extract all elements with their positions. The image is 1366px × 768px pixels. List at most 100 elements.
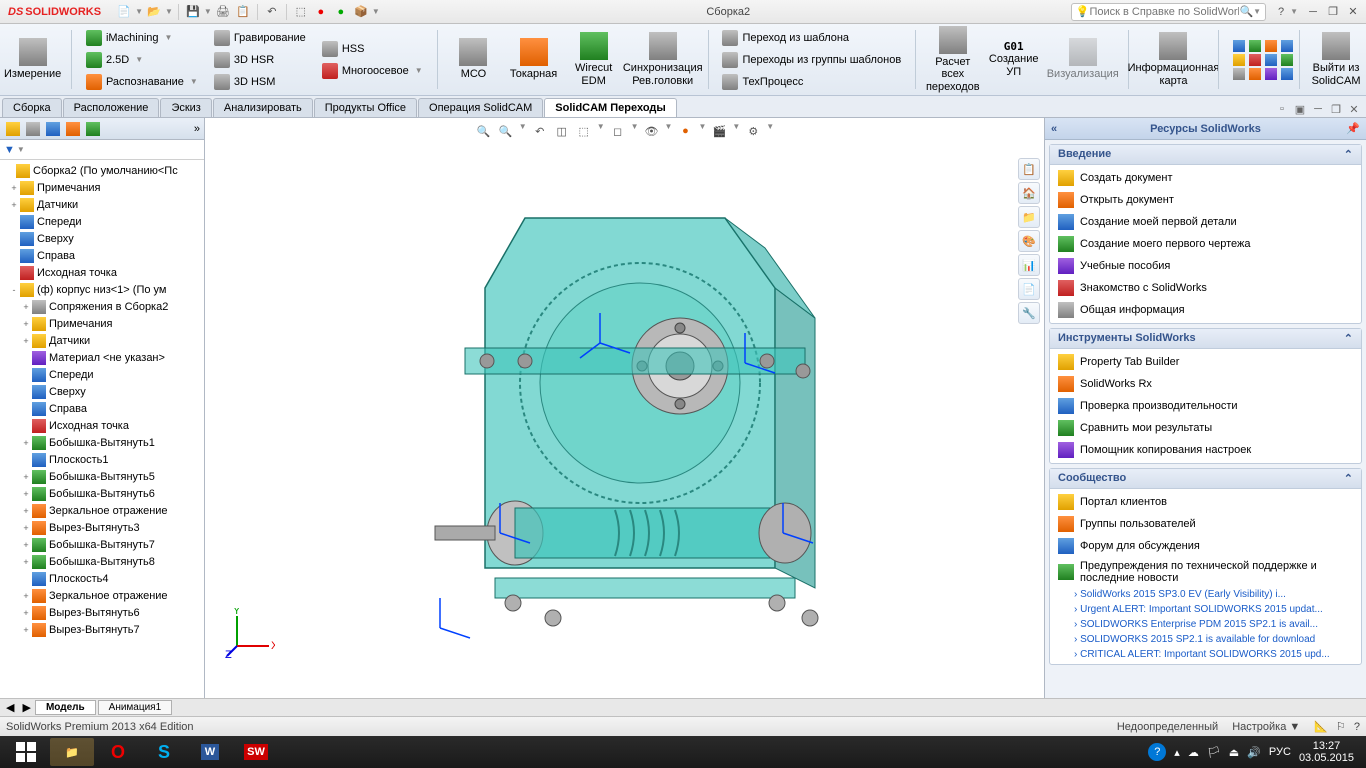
custom-props-icon[interactable]: 📄 (1018, 278, 1040, 300)
flag-tray-icon[interactable]: 🏳 (1207, 746, 1221, 759)
tree-item[interactable]: +Примечания (0, 315, 204, 332)
tree-item[interactable]: +Вырез-Вытянуть3 (0, 519, 204, 536)
language-indicator[interactable]: РУС (1269, 746, 1291, 758)
help-tray-icon[interactable]: ? (1148, 743, 1166, 761)
tab-scroll-right-icon[interactable]: ▶ (20, 701, 32, 714)
visualization-button[interactable]: Визуализация (1048, 26, 1118, 93)
imachining-button[interactable]: iMachining▼ (86, 28, 198, 48)
tree-item[interactable]: +Зеркальное отражение (0, 587, 204, 604)
view-orient-icon[interactable]: ⬚ (575, 122, 593, 140)
tree-root[interactable]: Сборка2 (По умолчанию<Пс (0, 162, 204, 179)
techprocess-button[interactable]: ТехПроцесс (722, 72, 901, 92)
appearances-tab-icon[interactable]: 📊 (1018, 254, 1040, 276)
3d-viewport[interactable]: 🔍 🔍▼ ↶ ◫ ⬚▼ ◻▼ 👁▼ ●▼ 🎬▼ ⚙▼ 📋 🏠 📁 🎨 📊 📄 🔧 (205, 118, 1044, 698)
doc-restore-icon[interactable]: ❐ (1328, 101, 1344, 117)
tree-item[interactable]: Спереди (0, 366, 204, 383)
zoom-area-icon[interactable]: 🔍 (497, 122, 515, 140)
appearance-icon[interactable]: ● (676, 122, 694, 140)
animation-tab[interactable]: Анимация1 (98, 700, 173, 715)
view-triad[interactable]: Y X Z (225, 608, 275, 658)
task-pane-link[interactable]: Общая информация (1050, 299, 1361, 321)
fm-tab-property[interactable] (24, 120, 42, 138)
view-settings-icon[interactable]: ⚙ (744, 122, 762, 140)
tree-item[interactable]: +Бобышка-Вытянуть5 (0, 468, 204, 485)
opera-taskbar-icon[interactable]: O (96, 738, 140, 766)
design-library-icon[interactable]: 🏠 (1018, 182, 1040, 204)
section-community-header[interactable]: Сообщество⌃ (1050, 469, 1361, 489)
tool-icon[interactable] (1281, 54, 1293, 66)
tree-item[interactable]: Сверху (0, 230, 204, 247)
doc-minimize-icon[interactable]: ─ (1310, 101, 1326, 117)
task-pane-link[interactable]: Проверка производительности (1050, 395, 1361, 417)
tool-icon[interactable] (1281, 40, 1293, 52)
tool-icon[interactable] (1249, 40, 1261, 52)
turning-button[interactable]: Токарная (508, 26, 560, 93)
tree-item[interactable]: Исходная точка (0, 417, 204, 434)
edit-mode[interactable]: Настройка ▼ (1232, 721, 1300, 733)
tab-solidcam-transitions[interactable]: SolidCAM Переходы (544, 98, 677, 117)
tool-icon[interactable] (1249, 68, 1261, 80)
section-intro-header[interactable]: Введение⌃ (1050, 145, 1361, 165)
tab-evaluate[interactable]: Анализировать (213, 98, 313, 117)
settings-icon[interactable]: 📦 (352, 3, 370, 21)
display-style-icon[interactable]: ◻ (609, 122, 627, 140)
section-icon[interactable]: ◫ (553, 122, 571, 140)
search-icon[interactable]: 🔍 (1239, 5, 1253, 18)
tree-item[interactable]: +Примечания (0, 179, 204, 196)
doc-min-icon[interactable]: ▫ (1274, 101, 1290, 117)
tree-item[interactable]: Спереди (0, 213, 204, 230)
tree-item[interactable]: +Датчики (0, 332, 204, 349)
safe-remove-icon[interactable]: ⏏ (1229, 746, 1239, 759)
help-status-icon[interactable]: ? (1354, 721, 1360, 733)
tree-item[interactable]: -(ф) корпус низ<1> (По ум (0, 281, 204, 298)
tree-item[interactable]: Справа (0, 400, 204, 417)
measure-button[interactable]: Измерение (4, 26, 61, 93)
engraving-button[interactable]: Гравирование (214, 28, 306, 48)
3dhsm-button[interactable]: 3D HSM (214, 72, 306, 92)
open-icon[interactable]: 📂 (145, 3, 163, 21)
task-pane-link[interactable]: Группы пользователей (1050, 513, 1361, 535)
section-tools-header[interactable]: Инструменты SolidWorks⌃ (1050, 329, 1361, 349)
hide-show-icon[interactable]: 👁 (643, 122, 661, 140)
tree-item[interactable]: +Вырез-Вытянуть6 (0, 604, 204, 621)
fm-filter-bar[interactable]: ▼▼ (0, 140, 204, 160)
tree-item[interactable]: +Бобышка-Вытянуть8 (0, 553, 204, 570)
tool-icon[interactable] (1249, 54, 1261, 66)
tab-office[interactable]: Продукты Office (314, 98, 417, 117)
clock-date[interactable]: 03.05.2015 (1299, 752, 1354, 764)
tray-expand-icon[interactable]: ▴ (1174, 746, 1180, 759)
news-link[interactable]: › CRITICAL ALERT: Important SOLIDWORKS 2… (1050, 647, 1361, 662)
tree-item[interactable]: Справа (0, 247, 204, 264)
task-pane-link[interactable]: Создать документ (1050, 167, 1361, 189)
view-palette-icon[interactable]: 🎨 (1018, 230, 1040, 252)
tree-item[interactable]: Исходная точка (0, 264, 204, 281)
print-preview-icon[interactable]: 📋 (234, 3, 252, 21)
tree-item[interactable]: +Сопряжения в Сборка2 (0, 298, 204, 315)
tool-icon[interactable] (1233, 68, 1245, 80)
wirecut-button[interactable]: Wirecut EDM (568, 26, 620, 93)
tree-item[interactable]: +Датчики (0, 196, 204, 213)
tool-icon[interactable] (1281, 68, 1293, 80)
tab-assembly[interactable]: Сборка (2, 98, 62, 117)
exit-solidcam-button[interactable]: Выйти из SolidCAM (1310, 26, 1362, 93)
task-pane-link[interactable]: Помощник копирования настроек (1050, 439, 1361, 461)
doc-toggle-icon[interactable]: ▣ (1292, 101, 1308, 117)
tool-icon[interactable] (1265, 40, 1277, 52)
template-transition-button[interactable]: Переход из шаблона (722, 28, 901, 48)
word-taskbar-icon[interactable]: W (188, 738, 232, 766)
mco-button[interactable]: МСО (447, 26, 499, 93)
solidworks-taskbar-icon[interactable]: SW (234, 738, 278, 766)
clock-time[interactable]: 13:27 (1299, 740, 1354, 752)
new-icon[interactable]: 📄 (115, 3, 133, 21)
select-icon[interactable]: ⬚ (292, 3, 310, 21)
print-icon[interactable]: 🖨 (214, 3, 232, 21)
news-link[interactable]: › Urgent ALERT: Important SOLIDWORKS 201… (1050, 602, 1361, 617)
undo-icon[interactable]: ↶ (263, 3, 281, 21)
task-pane-link[interactable]: Property Tab Builder (1050, 351, 1361, 373)
onedrive-icon[interactable]: ☁ (1188, 746, 1199, 759)
zoom-fit-icon[interactable]: 🔍 (475, 122, 493, 140)
fm-tab-config[interactable] (44, 120, 62, 138)
restore-icon[interactable]: ❐ (1324, 5, 1342, 19)
options-icon[interactable]: ● (332, 3, 350, 21)
recognition-button[interactable]: Распознавание▼ (86, 72, 198, 92)
